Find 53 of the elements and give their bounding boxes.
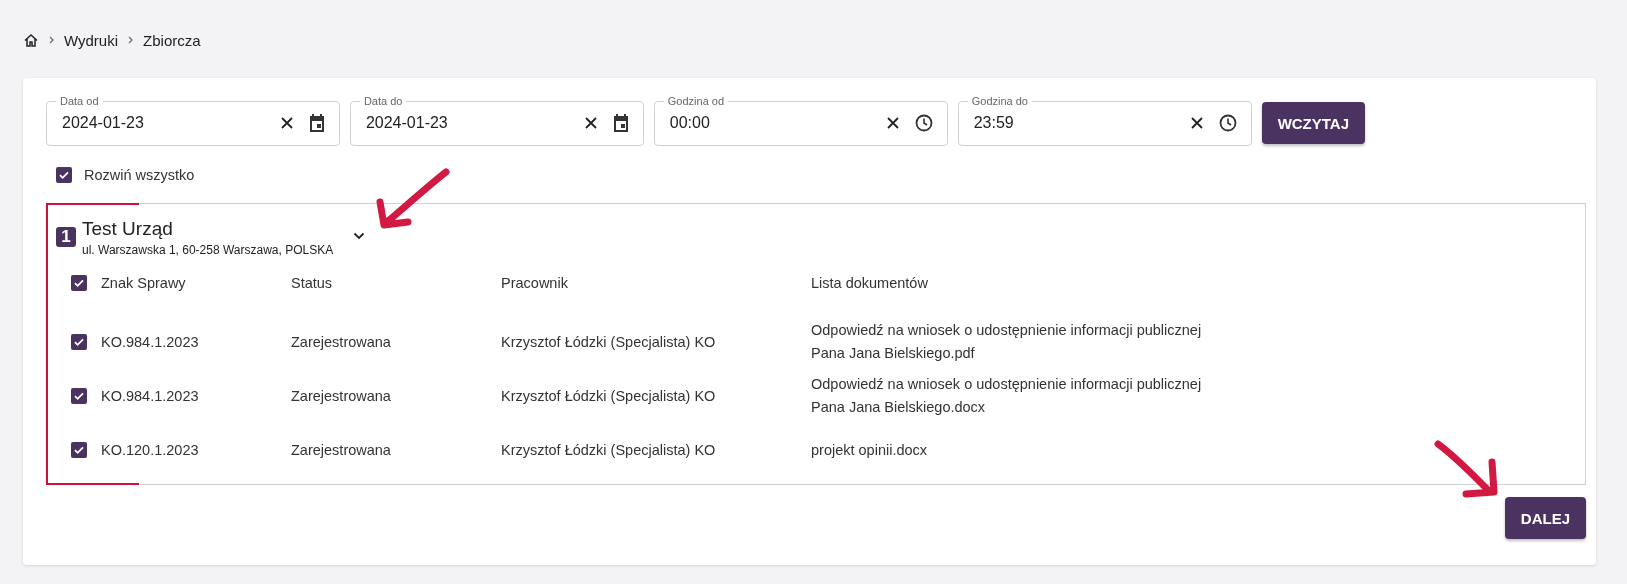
field-value: 23:59 [973,114,1015,132]
breadcrumb-link[interactable]: Zbiorcza [143,31,201,49]
column-header: Lista dokumentów [811,275,928,291]
table-cell: Zarejestrowana [291,334,391,350]
table-cell-text: projekt opinii.docx [811,440,928,460]
chevron-right-icon [49,36,54,44]
date-field[interactable]: Data od 2024-01-23 [46,94,340,146]
table-cell-text: Odpowiedź na wniosek o udostępnienie informacji publicznej Pana Jana Bielskiego.pdf [811,321,1203,363]
group-name: Test Urząd [82,218,174,240]
field-value: 00:00 [669,114,711,132]
field-value: 2024-01-23 [62,114,145,132]
field-value: 2024-01-23 [365,114,449,132]
clock-icon[interactable] [1218,114,1237,132]
table-cell: KO.984.1.2023 [101,388,199,404]
table-cell: Krzysztof Łódzki (Specjalista) KO [501,388,716,404]
calendar-icon[interactable] [612,114,629,132]
checkbox[interactable] [71,334,87,350]
table-cell: KO.984.1.2023 [101,334,199,350]
clear-icon[interactable] [280,117,293,129]
column-header: Pracownik [501,275,568,291]
table-cell-text: Odpowiedź na wniosek o udostępnienie informacji publicznej Pana Jana Bielskiego.docx [811,375,1203,417]
clock-icon[interactable] [914,114,933,132]
next-button[interactable]: DALEJ [1504,497,1586,539]
table-cell: Zarejestrowana [291,442,391,458]
checkbox[interactable] [71,442,87,458]
table-cell: Krzysztof Łódzki (Specjalista) KO [501,334,716,350]
column-header: Znak Sprawy [101,275,186,291]
clear-icon[interactable] [584,117,597,129]
table-cell: Zarejestrowana [291,388,391,404]
checkbox[interactable] [56,167,72,183]
field-label: Data do [362,94,404,108]
group-number: 1 [56,227,76,247]
column-header: Status [291,275,333,291]
chevron-icon[interactable] [353,232,366,240]
checkbox[interactable] [71,388,87,404]
checkbox[interactable] [71,275,87,291]
field-label: Godzina od [666,94,726,108]
time-field[interactable]: Godzina do 23:59 [957,94,1252,146]
time-field[interactable]: Godzina od 00:00 [653,94,948,146]
breadcrumb-link[interactable]: Wydruki [64,31,119,49]
clear-icon[interactable] [1190,117,1203,129]
field-label: Data od [59,94,100,108]
load-button[interactable]: WCZYTAJ [1261,102,1365,144]
date-field[interactable]: Data do 2024-01-23 [349,94,644,146]
chevron-right-icon [128,36,134,44]
calendar-icon[interactable] [308,114,325,132]
table-cell: KO.120.1.2023 [101,442,199,458]
checkbox-label: Rozwiń wszystko [84,167,195,183]
field-label: Godzina do [970,94,1029,108]
table-cell: Krzysztof Łódzki (Specjalista) KO [501,442,716,458]
home-icon[interactable] [23,32,39,48]
group-address: ul. Warszawska 1, 60-258 Warszawa, POLSKA [82,243,334,257]
clear-icon[interactable] [886,117,899,129]
